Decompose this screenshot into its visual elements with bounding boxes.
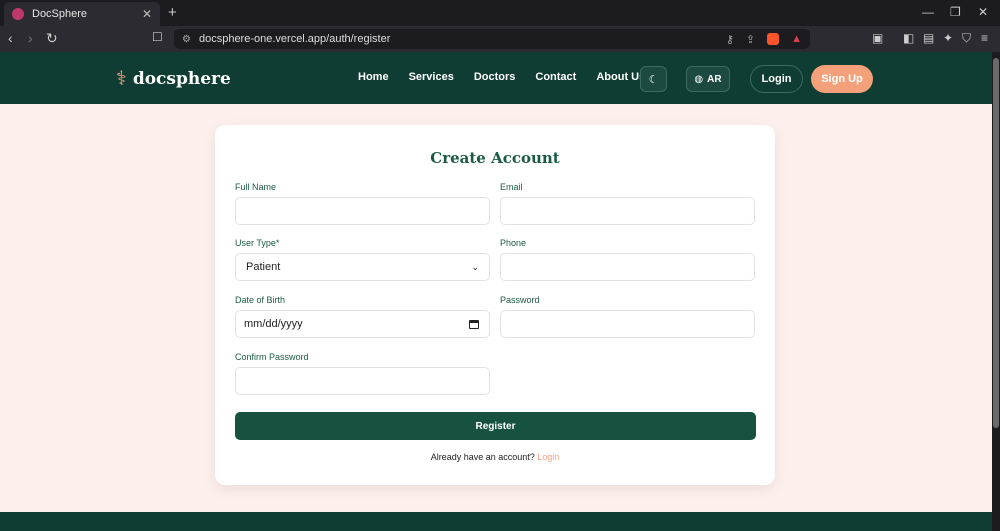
browser-toolbar: ‹ › ↻ ☐ ⚙ docsphere-one.vercel.app/auth/… [0, 26, 1000, 52]
share-icon[interactable]: ⇪ [746, 33, 755, 46]
bookmark-icon[interactable]: ☐ [152, 30, 163, 44]
forward-icon[interactable]: › [28, 30, 33, 46]
browser-tabstrip: DocSphere ✕ + — ❐ ✕ [0, 0, 1000, 26]
login-prompt: Already have an account? Login [215, 452, 775, 462]
register-card: Create Account Full Name Email User Type… [215, 125, 775, 485]
email-label: Email [500, 182, 523, 192]
footer [0, 512, 992, 531]
vpn-icon[interactable]: ⛉ [962, 31, 971, 46]
user-type-value: Patient [246, 261, 281, 273]
reload-icon[interactable]: ↻ [46, 30, 58, 47]
header-signup-button[interactable]: Sign Up [811, 65, 873, 93]
brave-shield-icon[interactable] [767, 33, 780, 45]
url-text: docsphere-one.vercel.app/auth/register [198, 33, 391, 45]
brand-name: docsphere [132, 68, 231, 89]
login-link[interactable]: Login [537, 452, 559, 462]
phone-input[interactable] [500, 253, 755, 281]
chevron-down-icon: ⌄ [471, 261, 479, 272]
site-settings-icon[interactable]: ⚙ [182, 34, 191, 45]
menu-icon[interactable]: ≡ [981, 31, 988, 45]
full-name-input[interactable] [235, 197, 490, 225]
page-title: Create Account [430, 149, 560, 167]
minimize-icon[interactable]: — [922, 5, 934, 19]
key-icon[interactable]: ⚷ [726, 33, 734, 46]
back-icon[interactable]: ‹ [8, 30, 13, 46]
confirm-password-input[interactable] [235, 367, 490, 395]
address-bar[interactable]: ⚙ docsphere-one.vercel.app/auth/register… [174, 29, 810, 49]
nav-about-us[interactable]: About Us [596, 71, 645, 83]
confirm-password-label: Confirm Password [235, 352, 309, 362]
password-label: Password [500, 295, 540, 305]
full-name-label: Full Name [235, 182, 277, 192]
new-tab-button[interactable]: + [168, 4, 177, 21]
have-account-text: Already have an account? [430, 452, 535, 462]
language-label: AR [707, 73, 722, 85]
extensions-icon[interactable]: ▤ [923, 31, 934, 45]
phone-label: Phone [500, 238, 527, 248]
calendar-icon[interactable] [469, 319, 479, 329]
dark-mode-toggle[interactable]: ☾ [640, 66, 667, 92]
password-input[interactable] [500, 310, 755, 338]
dob-label: Date of Birth [235, 295, 286, 305]
browser-tab[interactable]: DocSphere ✕ [4, 2, 160, 26]
restore-icon[interactable]: ❐ [950, 5, 961, 19]
user-type-label: User Type* [235, 238, 280, 248]
scrollbar-thumb[interactable] [993, 58, 999, 428]
tab-close-icon[interactable]: ✕ [142, 7, 152, 21]
dob-placeholder: mm/dd/yyyy [244, 318, 303, 330]
favicon-icon [12, 8, 24, 20]
moon-icon: ☾ [648, 73, 659, 86]
dob-input[interactable]: mm/dd/yyyy [235, 310, 490, 338]
nav-doctors[interactable]: Doctors [474, 71, 516, 83]
email-input[interactable] [500, 197, 755, 225]
site-header: ⚕ docsphere Home Services Doctors Contac… [0, 52, 992, 104]
sidebar-icon[interactable]: ◧ [903, 31, 914, 45]
stethoscope-icon: ⚕ [116, 68, 127, 90]
logo[interactable]: ⚕ docsphere [116, 66, 231, 91]
tab-title: DocSphere [32, 8, 88, 20]
main-nav: Home Services Doctors Contact About Us [358, 71, 645, 83]
leo-icon[interactable]: ✦ [943, 31, 953, 45]
nav-contact[interactable]: Contact [535, 71, 576, 83]
nav-home[interactable]: Home [358, 71, 389, 83]
wallet-icon[interactable]: ▣ [872, 31, 883, 45]
nav-services[interactable]: Services [409, 71, 454, 83]
language-toggle[interactable]: ◍ AR [686, 66, 730, 92]
header-login-button[interactable]: Login [750, 65, 803, 93]
window-close-icon[interactable]: ✕ [978, 5, 988, 19]
globe-icon: ◍ [694, 73, 704, 85]
register-button[interactable]: Register [235, 412, 756, 440]
user-type-select[interactable]: Patient ⌄ [235, 253, 490, 281]
page-scrollbar[interactable] [992, 52, 1000, 531]
rewards-icon[interactable]: ▲ [791, 33, 802, 45]
